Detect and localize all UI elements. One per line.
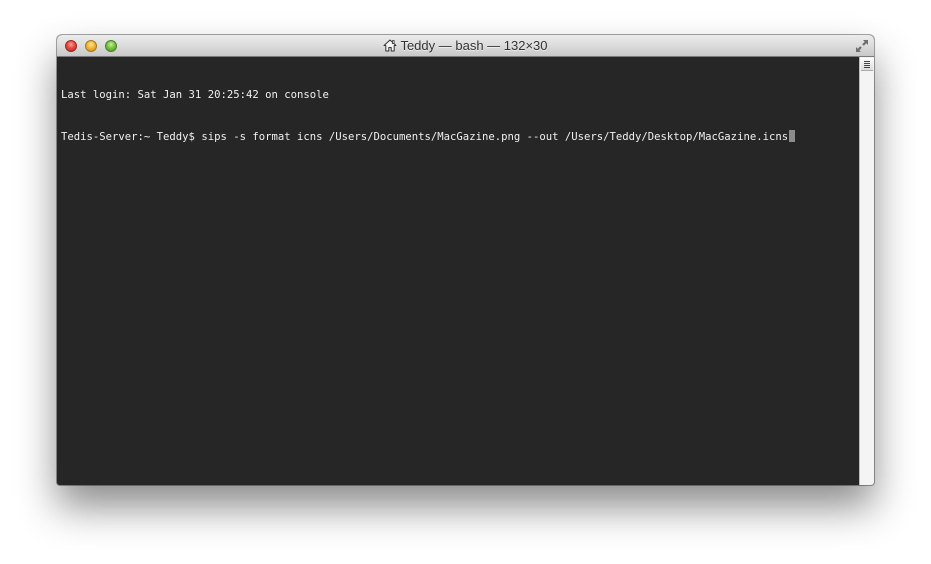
text-cursor — [789, 130, 796, 142]
terminal-line-login: Last login: Sat Jan 31 20:25:42 on conso… — [61, 88, 855, 102]
window-title-text: Teddy — bash — 132×30 — [400, 38, 548, 53]
login-message: Last login: Sat Jan 31 20:25:42 on conso… — [61, 89, 329, 101]
title-bar[interactable]: Teddy — bash — 132×30 — [57, 35, 874, 57]
split-pane-icon[interactable] — [861, 58, 873, 71]
fullscreen-icon[interactable] — [855, 39, 869, 53]
terminal-output[interactable]: Last login: Sat Jan 31 20:25:42 on conso… — [57, 57, 859, 485]
terminal-window: Teddy — bash — 132×30 Last login: Sat Ja… — [57, 35, 874, 485]
vertical-scrollbar[interactable] — [859, 57, 874, 485]
terminal-line-command: Tedis-Server:~ Teddy$ sips -s format icn… — [61, 130, 855, 144]
home-icon — [383, 39, 397, 52]
window-title: Teddy — bash — 132×30 — [57, 35, 874, 57]
command-prompt: Tedis-Server:~ Teddy$ sips -s format icn… — [61, 131, 789, 143]
